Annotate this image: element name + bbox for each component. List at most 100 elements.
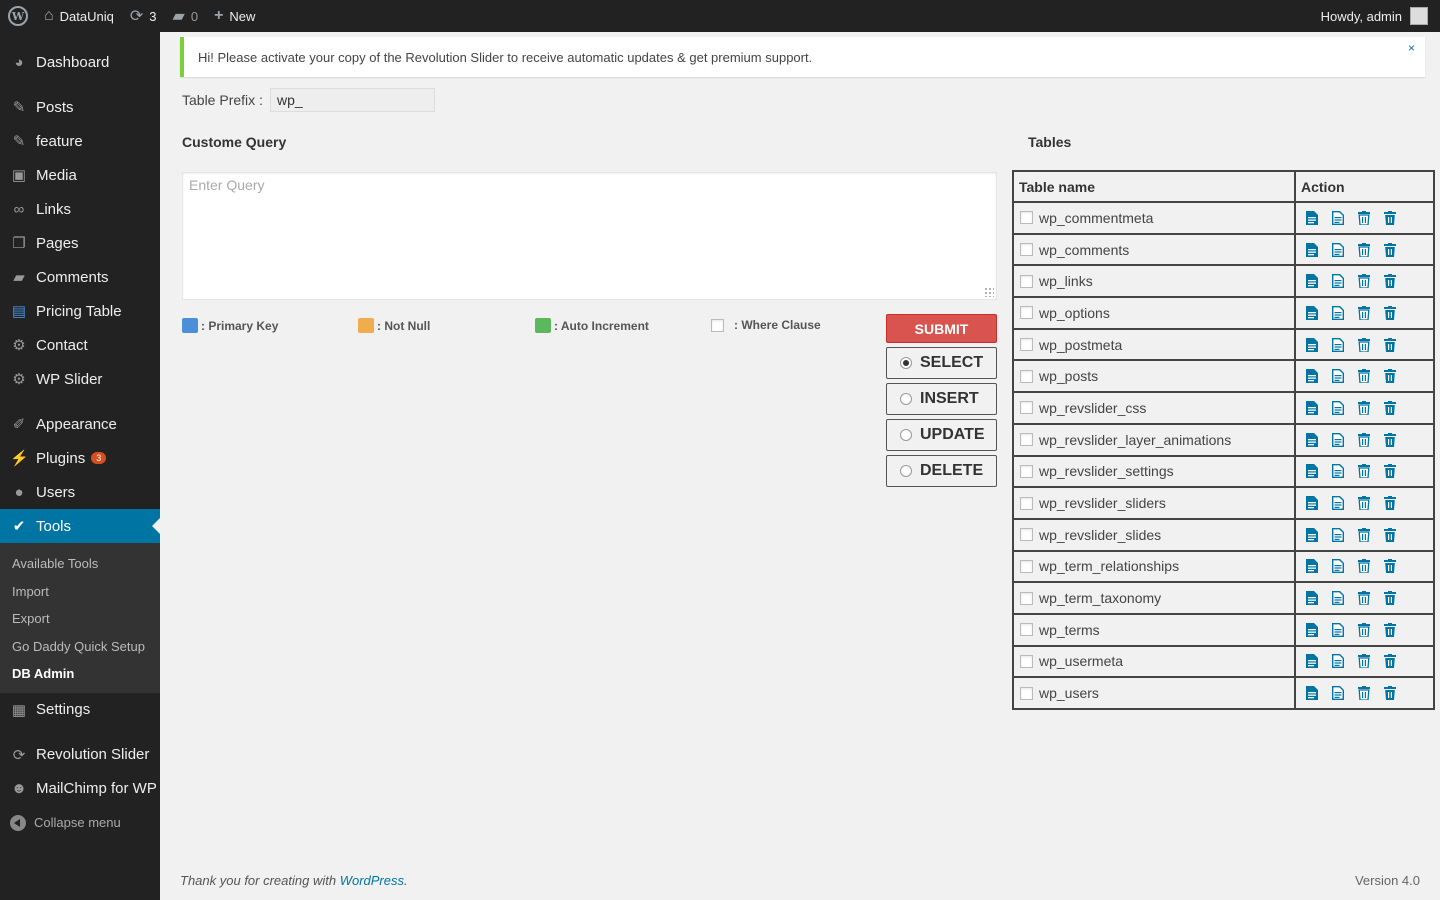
menu-dashboard[interactable]: ◕ Dashboard: [0, 45, 160, 79]
drop-table-icon[interactable]: [1384, 369, 1396, 384]
table-select-checkbox[interactable]: [1020, 559, 1033, 573]
browse-data-icon[interactable]: [1332, 686, 1344, 701]
table-select-checkbox[interactable]: [1020, 464, 1033, 478]
table-prefix-field[interactable]: wp_: [270, 88, 435, 112]
table-select-checkbox[interactable]: [1020, 591, 1033, 605]
menu-comments[interactable]: ▰ Comments: [0, 260, 160, 294]
query-textarea[interactable]: Enter Query: [182, 172, 997, 300]
table-select-checkbox[interactable]: [1020, 274, 1033, 288]
browse-data-icon[interactable]: [1332, 591, 1344, 606]
drop-table-icon[interactable]: [1384, 559, 1396, 574]
submenu-export[interactable]: Export: [0, 605, 160, 633]
view-structure-icon[interactable]: [1306, 337, 1318, 352]
menu-posts[interactable]: ✎ Posts: [0, 90, 160, 124]
view-structure-icon[interactable]: [1306, 242, 1318, 257]
table-select-checkbox[interactable]: [1020, 686, 1033, 700]
drop-table-icon[interactable]: [1384, 496, 1396, 511]
update-option-button[interactable]: UPDATE: [886, 419, 997, 451]
drop-table-icon[interactable]: [1384, 591, 1396, 606]
empty-table-icon[interactable]: [1358, 400, 1370, 416]
menu-appearance[interactable]: ✐ Appearance: [0, 407, 160, 441]
table-select-checkbox[interactable]: [1020, 243, 1033, 257]
table-select-checkbox[interactable]: [1020, 401, 1033, 415]
view-structure-icon[interactable]: [1306, 210, 1318, 225]
submenu-db-admin[interactable]: DB Admin: [0, 660, 160, 688]
empty-table-icon[interactable]: [1358, 432, 1370, 448]
table-select-checkbox[interactable]: [1020, 306, 1033, 320]
drop-table-icon[interactable]: [1384, 400, 1396, 415]
menu-feature[interactable]: ✎ feature: [0, 124, 160, 158]
view-structure-icon[interactable]: [1306, 464, 1318, 479]
new-content-link[interactable]: + New: [206, 0, 263, 32]
empty-table-icon[interactable]: [1358, 274, 1370, 289]
wordpress-link[interactable]: WordPress: [340, 873, 404, 888]
empty-table-icon[interactable]: [1358, 496, 1370, 511]
where-clause-checkbox[interactable]: [711, 318, 724, 332]
view-structure-icon[interactable]: [1306, 274, 1318, 289]
drop-table-icon[interactable]: [1384, 242, 1396, 257]
menu-tools[interactable]: ✔ Tools: [0, 509, 160, 543]
browse-data-icon[interactable]: [1332, 527, 1344, 542]
browse-data-icon[interactable]: [1332, 274, 1344, 289]
browse-data-icon[interactable]: [1332, 242, 1344, 257]
drop-table-icon[interactable]: [1384, 527, 1396, 542]
empty-table-icon[interactable]: [1358, 305, 1370, 321]
drop-table-icon[interactable]: [1384, 464, 1396, 479]
table-select-checkbox[interactable]: [1020, 211, 1033, 225]
empty-table-icon[interactable]: [1358, 559, 1370, 575]
view-structure-icon[interactable]: [1306, 400, 1318, 415]
empty-table-icon[interactable]: [1358, 369, 1370, 384]
empty-table-icon[interactable]: [1358, 210, 1370, 226]
drop-table-icon[interactable]: [1384, 305, 1396, 320]
browse-data-icon[interactable]: [1332, 400, 1344, 415]
site-name-link[interactable]: ⌂ DataUniq: [36, 0, 122, 32]
menu-revolution-slider[interactable]: ⟳ Revolution Slider: [0, 738, 160, 772]
submenu-go-daddy-quick-setup[interactable]: Go Daddy Quick Setup: [0, 633, 160, 661]
empty-table-icon[interactable]: [1358, 622, 1370, 638]
wp-logo-menu[interactable]: W: [0, 0, 36, 32]
drop-table-icon[interactable]: [1384, 274, 1396, 289]
browse-data-icon[interactable]: [1332, 622, 1344, 637]
empty-table-icon[interactable]: [1358, 464, 1370, 479]
menu-mailchimp[interactable]: ☻ MailChimp for WP: [0, 772, 160, 806]
select-option-button[interactable]: SELECT: [886, 347, 997, 379]
browse-data-icon[interactable]: [1332, 559, 1344, 574]
view-structure-icon[interactable]: [1306, 591, 1318, 606]
browse-data-icon[interactable]: [1332, 369, 1344, 384]
insert-option-button[interactable]: INSERT: [886, 383, 997, 415]
submenu-import[interactable]: Import: [0, 578, 160, 606]
table-select-checkbox[interactable]: [1020, 369, 1033, 383]
view-structure-icon[interactable]: [1306, 654, 1318, 669]
submenu-available-tools[interactable]: Available Tools: [0, 550, 160, 578]
comments-link[interactable]: ▰ 0: [165, 0, 207, 32]
submit-button[interactable]: SUBMIT: [886, 314, 997, 343]
empty-table-icon[interactable]: [1358, 686, 1370, 701]
browse-data-icon[interactable]: [1332, 464, 1344, 479]
view-structure-icon[interactable]: [1306, 369, 1318, 384]
browse-data-icon[interactable]: [1332, 210, 1344, 225]
menu-media[interactable]: ▣ Media: [0, 158, 160, 192]
drop-table-icon[interactable]: [1384, 622, 1396, 637]
table-select-checkbox[interactable]: [1020, 654, 1033, 668]
browse-data-icon[interactable]: [1332, 432, 1344, 447]
table-select-checkbox[interactable]: [1020, 496, 1033, 510]
menu-users[interactable]: ● Users: [0, 475, 160, 509]
empty-table-icon[interactable]: [1358, 591, 1370, 606]
table-select-checkbox[interactable]: [1020, 338, 1033, 352]
browse-data-icon[interactable]: [1332, 654, 1344, 669]
table-select-checkbox[interactable]: [1020, 433, 1033, 447]
drop-table-icon[interactable]: [1384, 686, 1396, 701]
browse-data-icon[interactable]: [1332, 496, 1344, 511]
table-select-checkbox[interactable]: [1020, 528, 1033, 542]
empty-table-icon[interactable]: [1358, 654, 1370, 670]
view-structure-icon[interactable]: [1306, 527, 1318, 542]
updates-link[interactable]: ⟳ 3: [122, 0, 165, 32]
table-select-checkbox[interactable]: [1020, 623, 1033, 637]
view-structure-icon[interactable]: [1306, 686, 1318, 701]
empty-table-icon[interactable]: [1358, 337, 1370, 353]
account-menu[interactable]: Howdy, admin: [1321, 7, 1440, 25]
drop-table-icon[interactable]: [1384, 337, 1396, 352]
view-structure-icon[interactable]: [1306, 559, 1318, 574]
menu-pricing-table[interactable]: ▤ Pricing Table: [0, 294, 160, 328]
empty-table-icon[interactable]: [1358, 242, 1370, 258]
